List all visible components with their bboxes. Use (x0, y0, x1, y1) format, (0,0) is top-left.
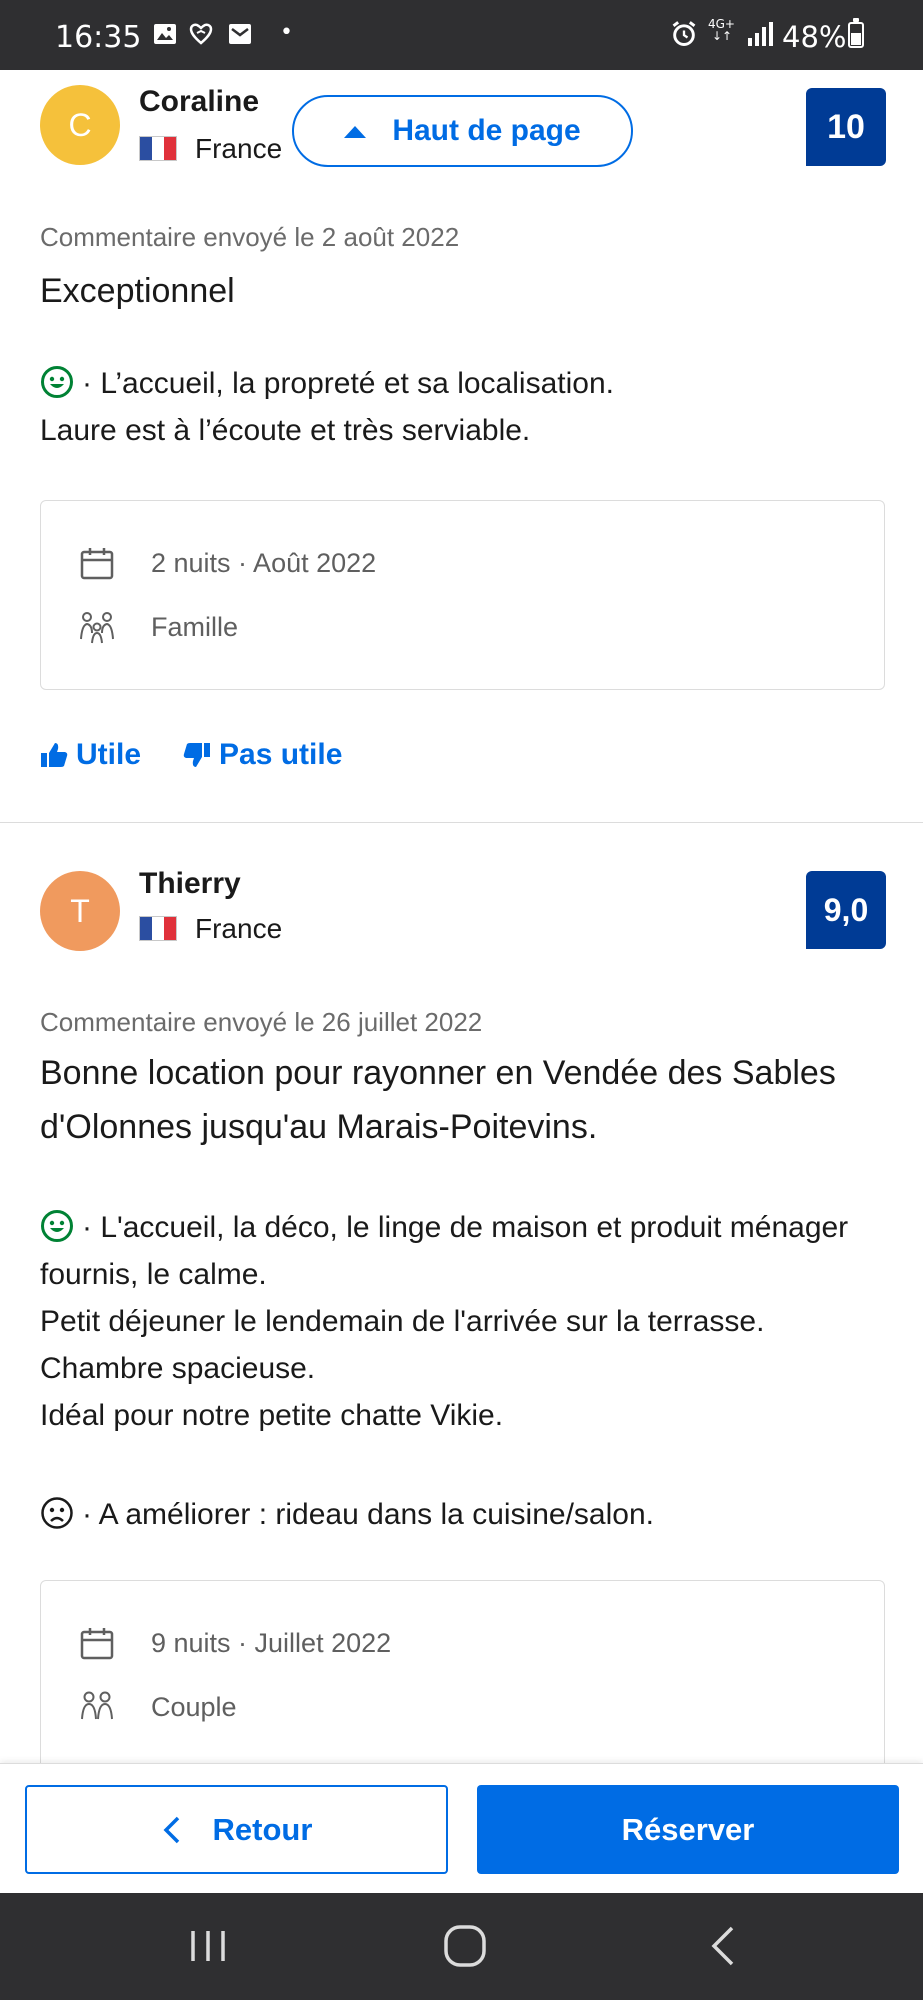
bottom-action-bar: Retour Réserver (0, 1763, 923, 1893)
france-flag-icon (139, 136, 177, 161)
review-title: Exceptionnel (40, 272, 235, 310)
france-flag-icon (139, 916, 177, 941)
thumbs-up-icon (41, 743, 68, 767)
avatar: C (40, 85, 120, 165)
stay-info-box: 9 nuits · Juillet 2022 Couple (40, 1580, 885, 1780)
stay-duration: 2 nuits · Août 2022 (151, 547, 377, 578)
smiley-face-icon (41, 1210, 73, 1242)
chevron-left-icon (163, 1816, 179, 1843)
family-icon (80, 612, 114, 644)
thumbs-down-icon (183, 743, 210, 767)
positive-comment-line: Petit déjeuner le lendemain de l'arrivée… (40, 1305, 765, 1338)
traveler-info-row: Couple (79, 1689, 237, 1725)
reviewer-country: France (195, 133, 283, 164)
caret-up-icon (344, 126, 367, 138)
review-date: Commentaire envoyé le 2 août 2022 (40, 222, 460, 252)
back-to-top-label: Haut de page (392, 114, 581, 147)
calendar-icon (80, 1628, 114, 1660)
reviewer-name: Thierry (139, 867, 241, 900)
positive-comment-line: Chambre spacieuse. (40, 1352, 316, 1385)
review-date: Commentaire envoyé le 26 juillet 2022 (40, 1007, 483, 1037)
couple-icon (81, 1691, 113, 1720)
home-icon[interactable] (440, 1923, 490, 1969)
review-title: Bonne location pour rayonner en Vendée d… (40, 1054, 836, 1146)
not-helpful-label: Pas utile (219, 738, 343, 771)
recent-apps-icon[interactable] (183, 1923, 233, 1969)
review-score: 9,0 (806, 871, 886, 949)
review-score: 10 (806, 88, 886, 166)
positive-comment-text: · L’accueil, la propreté et sa localisat… (82, 367, 614, 400)
stay-info-row: 9 nuits · Juillet 2022 (79, 1625, 391, 1661)
reviewer-name: Coraline (139, 85, 260, 118)
avatar: T (40, 871, 120, 951)
positive-comment-line: Laure est à l’écoute et très serviable. (40, 414, 531, 447)
helpful-label: Utile (76, 738, 142, 771)
book-button-label: Réserver (621, 1811, 755, 1847)
traveler-info-row: Famille (79, 609, 238, 645)
positive-comment-line: Idéal pour notre petite chatte Vikie. (40, 1399, 504, 1432)
calendar-icon (80, 548, 114, 580)
traveler-type: Couple (151, 1691, 237, 1722)
back-nav-icon[interactable] (700, 1923, 750, 1969)
back-button[interactable]: Retour (25, 1785, 448, 1874)
helpful-button[interactable]: Utile (40, 738, 141, 772)
book-button[interactable]: Réserver (477, 1785, 899, 1874)
positive-comment: · L’accueil, la propreté et sa localisat… (40, 360, 900, 454)
positive-comment-text: · L'accueil, la déco, le linge de maison… (40, 1211, 849, 1291)
stay-info-row: 2 nuits · Août 2022 (79, 545, 376, 581)
sad-face-icon (41, 1497, 73, 1529)
back-to-top-button[interactable]: Haut de page (292, 95, 633, 167)
traveler-type: Famille (151, 611, 239, 642)
positive-comment: · L'accueil, la déco, le linge de maison… (40, 1204, 900, 1439)
not-helpful-button[interactable]: Pas utile (183, 738, 342, 772)
stay-duration: 9 nuits · Juillet 2022 (151, 1627, 392, 1658)
review-card: T Thierry France 9,0 Commentaire envoyé … (0, 823, 923, 1780)
negative-comment: · A améliorer : rideau dans la cuisine/s… (40, 1491, 900, 1538)
back-button-label: Retour (212, 1811, 313, 1847)
negative-comment-text: · A améliorer : rideau dans la cuisine/s… (82, 1498, 654, 1531)
smiley-face-icon (41, 366, 73, 398)
stay-info-box: 2 nuits · Août 2022 Famille (40, 500, 885, 690)
system-nav-bar (0, 1893, 923, 2000)
reviewer-country: France (195, 913, 283, 944)
